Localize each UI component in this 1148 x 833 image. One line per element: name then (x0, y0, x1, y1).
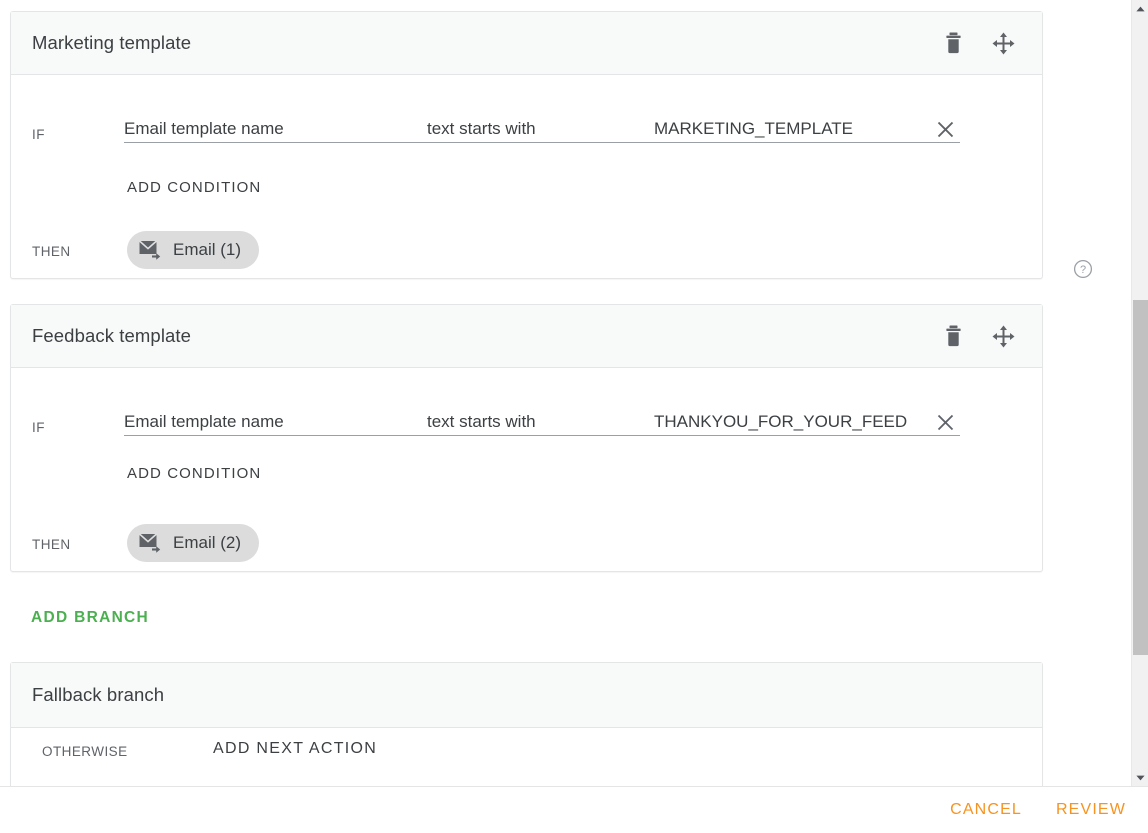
scrollbar-thumb[interactable] (1133, 300, 1148, 655)
then-label: THEN (32, 244, 71, 259)
condition-attribute-select[interactable]: Email template name (124, 412, 427, 435)
branch-title[interactable]: Marketing template (32, 32, 940, 54)
branch-card-feedback-template: Feedback template IF Email template name… (10, 304, 1043, 572)
close-icon[interactable] (930, 412, 960, 435)
caret-down-icon[interactable] (1132, 769, 1148, 786)
email-forward-icon (139, 240, 162, 260)
add-next-action-button[interactable]: ADD NEXT ACTION (213, 740, 377, 758)
add-condition-button[interactable]: ADD CONDITION (127, 179, 261, 196)
action-chip-email[interactable]: Email (2) (127, 524, 260, 562)
condition-row: IF Email template name text starts with … (11, 368, 1042, 436)
action-chip-label: Email (1) (173, 240, 242, 259)
fallback-branch-card: Fallback branch OTHERWISE ADD NEXT ACTIO… (10, 662, 1043, 786)
close-icon[interactable] (930, 119, 960, 142)
if-label: IF (32, 127, 45, 142)
svg-text:?: ? (1080, 264, 1086, 276)
condition-fields: Email template name text starts with THA… (124, 406, 960, 436)
if-label: IF (32, 420, 45, 435)
rule-builder-page: Marketing template IF Email template nam… (0, 0, 1148, 833)
branch-card-marketing-template: Marketing template IF Email template nam… (10, 11, 1043, 279)
add-condition-button[interactable]: ADD CONDITION (127, 465, 261, 482)
review-button[interactable]: REVIEW (1052, 795, 1130, 825)
branch-card-header: Feedback template (11, 305, 1042, 368)
add-branch-button[interactable]: ADD BRANCH (31, 609, 149, 627)
condition-operator-select[interactable]: text starts with (427, 119, 654, 142)
branch-card-header: Marketing template (11, 12, 1042, 75)
branch-title[interactable]: Feedback template (32, 325, 940, 347)
condition-row: IF Email template name text starts with … (11, 75, 1042, 143)
branch-card-body: IF Email template name text starts with … (11, 75, 1042, 279)
then-label: THEN (32, 537, 71, 552)
condition-value-input[interactable]: MARKETING_TEMPLATE (654, 119, 930, 142)
help-circle-icon[interactable]: ? (1073, 259, 1093, 279)
branch-card-body: IF Email template name text starts with … (11, 368, 1042, 572)
vertical-scrollbar[interactable] (1131, 0, 1148, 786)
email-forward-icon (139, 533, 162, 553)
fallback-card-header: Fallback branch (11, 663, 1042, 728)
otherwise-label: OTHERWISE (42, 744, 128, 759)
move-handle-icon[interactable] (990, 30, 1016, 56)
move-handle-icon[interactable] (990, 323, 1016, 349)
branch-header-actions (940, 30, 1028, 56)
cancel-button[interactable]: CANCEL (946, 795, 1026, 825)
caret-up-icon[interactable] (1132, 0, 1148, 17)
condition-attribute-select[interactable]: Email template name (124, 119, 427, 142)
condition-fields: Email template name text starts with MAR… (124, 113, 960, 143)
action-chip-email[interactable]: Email (1) (127, 231, 260, 269)
action-chip-label: Email (2) (173, 533, 242, 552)
trash-icon[interactable] (940, 323, 966, 349)
branch-header-actions (940, 323, 1028, 349)
fallback-card-body: OTHERWISE ADD NEXT ACTION (11, 728, 1042, 786)
condition-value-input[interactable]: THANKYOU_FOR_YOUR_FEED (654, 412, 930, 435)
condition-operator-select[interactable]: text starts with (427, 412, 654, 435)
scroll-area: Marketing template IF Email template nam… (0, 0, 1131, 786)
bottom-action-bar: CANCEL REVIEW (0, 786, 1148, 833)
fallback-title: Fallback branch (32, 684, 165, 705)
trash-icon[interactable] (940, 30, 966, 56)
